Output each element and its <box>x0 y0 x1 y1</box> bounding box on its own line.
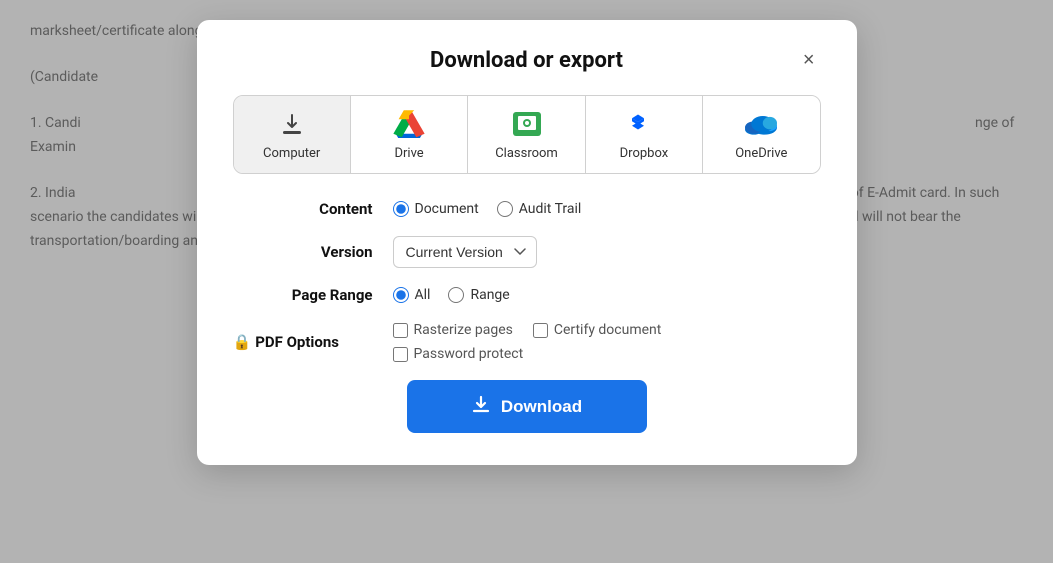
pdf-options-row1: Rasterize pages Certify document <box>393 322 662 338</box>
version-row: Version Current Version <box>233 236 821 268</box>
pdf-options-row: 🔒 PDF Options Rasterize pages Certify do… <box>233 322 821 362</box>
content-label: Content <box>233 200 373 218</box>
modal-title: Download or export <box>430 48 623 73</box>
version-select[interactable]: Current Version <box>393 236 537 268</box>
tab-computer-label: Computer <box>263 146 320 161</box>
download-icon <box>471 394 491 419</box>
tab-onedrive-label: OneDrive <box>735 146 787 161</box>
certify-checkbox[interactable] <box>533 323 548 338</box>
content-document-label: Document <box>415 201 479 217</box>
tab-drive[interactable]: Drive <box>351 96 468 173</box>
page-range-all-radio[interactable] <box>393 287 409 303</box>
content-row: Content Document Audit Trail <box>233 200 821 218</box>
tab-computer[interactable]: Computer <box>234 96 351 173</box>
pdf-label-wrap: 🔒 PDF Options <box>233 333 373 351</box>
rasterize-option[interactable]: Rasterize pages <box>393 322 513 338</box>
onedrive-icon <box>745 108 777 140</box>
dropbox-icon <box>628 108 660 140</box>
pdf-options-text: PDF Options <box>255 333 339 351</box>
download-button[interactable]: Download <box>407 380 647 433</box>
pdf-options-label: 🔒 PDF Options <box>233 333 373 351</box>
page-range-all-option[interactable]: All <box>393 287 431 303</box>
password-option[interactable]: Password protect <box>393 346 524 362</box>
content-document-option[interactable]: Document <box>393 201 479 217</box>
computer-icon <box>276 108 308 140</box>
drive-icon <box>393 108 425 140</box>
rasterize-checkbox[interactable] <box>393 323 408 338</box>
modal-overlay: Download or export × Computer <box>0 0 1053 563</box>
page-range-range-label: Range <box>470 287 509 303</box>
content-audit-label: Audit Trail <box>519 201 582 217</box>
password-label: Password protect <box>414 346 524 362</box>
tab-classroom[interactable]: Classroom <box>468 96 585 173</box>
page-range-range-radio[interactable] <box>448 287 464 303</box>
tab-onedrive[interactable]: OneDrive <box>703 96 819 173</box>
content-controls: Document Audit Trail <box>393 201 582 217</box>
classroom-icon <box>511 108 543 140</box>
page-range-range-option[interactable]: Range <box>448 287 509 303</box>
tab-dropbox[interactable]: Dropbox <box>586 96 703 173</box>
download-label: Download <box>501 397 582 417</box>
pdf-options-controls: Rasterize pages Certify document Passwor… <box>393 322 662 362</box>
content-audit-radio[interactable] <box>497 201 513 217</box>
modal-header: Download or export × <box>233 48 821 73</box>
password-checkbox[interactable] <box>393 347 408 362</box>
content-audit-trail-option[interactable]: Audit Trail <box>497 201 582 217</box>
destination-tabs: Computer Drive <box>233 95 821 174</box>
rasterize-label: Rasterize pages <box>414 322 513 338</box>
version-controls: Current Version <box>393 236 537 268</box>
page-range-all-label: All <box>415 287 431 303</box>
content-document-radio[interactable] <box>393 201 409 217</box>
page-range-controls: All Range <box>393 287 510 303</box>
certify-option[interactable]: Certify document <box>533 322 662 338</box>
lock-icon: 🔒 <box>233 333 252 351</box>
certify-label: Certify document <box>554 322 662 338</box>
download-export-modal: Download or export × Computer <box>197 20 857 465</box>
page-range-label: Page Range <box>233 286 373 304</box>
close-button[interactable]: × <box>797 48 821 72</box>
version-label: Version <box>233 243 373 261</box>
page-range-row: Page Range All Range <box>233 286 821 304</box>
tab-drive-label: Drive <box>395 146 424 161</box>
tab-dropbox-label: Dropbox <box>620 146 669 161</box>
tab-classroom-label: Classroom <box>495 146 558 161</box>
